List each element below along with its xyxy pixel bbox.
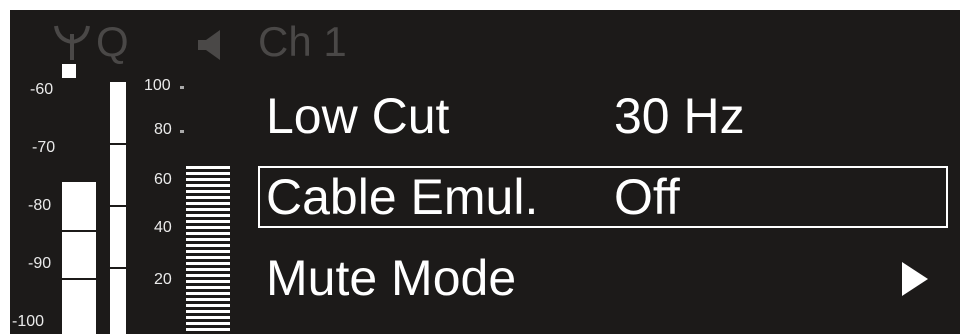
level-meter-right	[110, 82, 126, 334]
db-label-100: -100	[12, 313, 45, 330]
menu-item-mute-mode[interactable]: Mute Mode	[258, 248, 948, 308]
pct-label-80: 80	[154, 121, 172, 138]
pct-label-20: 20	[154, 271, 172, 288]
channel-label: Ch 1	[258, 18, 347, 65]
menu-item-label: Cable Emul.	[266, 169, 539, 225]
speaker-icon	[198, 30, 220, 60]
menu-item-value: Off	[614, 169, 680, 225]
status-bar: Q Ch 1	[52, 18, 392, 65]
db-label-80: -80	[28, 197, 52, 214]
menu-item-label: Mute Mode	[266, 250, 517, 306]
pct-label-60: 60	[154, 171, 172, 188]
quality-letter: Q	[96, 18, 129, 65]
db-label-90: -90	[28, 255, 52, 272]
menu-item-low-cut[interactable]: Low Cut 30 Hz	[258, 86, 948, 146]
db-label-70: -70	[32, 139, 56, 156]
battery-level-bar	[186, 166, 230, 332]
antenna-icon	[54, 25, 90, 60]
peak-indicator	[62, 64, 76, 78]
device-display: Q Ch 1 -60 -70 -80 -90 -100 100 80 60 40…	[10, 10, 960, 334]
db-label-60: -60	[30, 81, 54, 98]
play-arrow-icon	[902, 262, 928, 296]
menu-item-cable-emul[interactable]: Cable Emul. Off	[258, 166, 948, 228]
pct-label-40: 40	[154, 219, 172, 236]
pct-label-100: 100	[144, 77, 171, 94]
menu-item-value: 30 Hz	[614, 88, 745, 144]
level-meter-left	[62, 182, 96, 334]
menu-item-label: Low Cut	[266, 88, 450, 144]
